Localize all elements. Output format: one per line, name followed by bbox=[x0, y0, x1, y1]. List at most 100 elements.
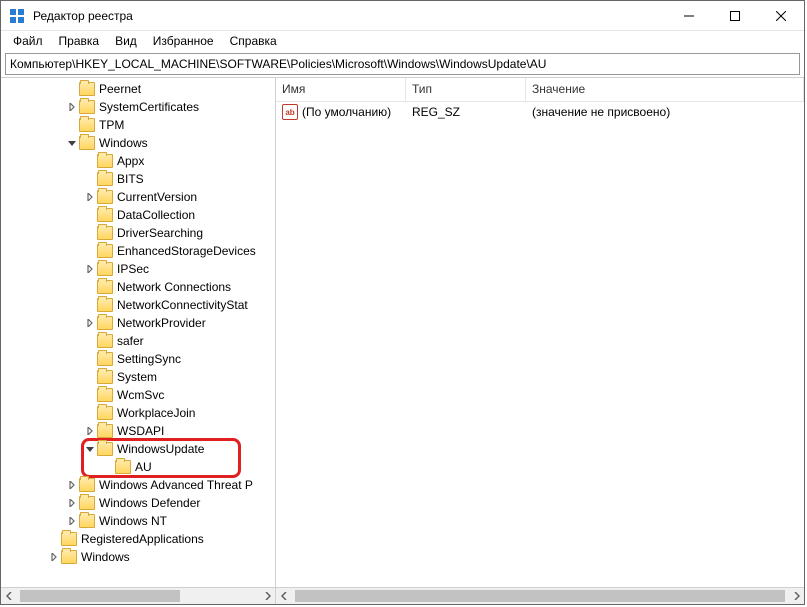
tree-item[interactable]: SettingSync bbox=[1, 350, 275, 368]
folder-icon bbox=[97, 352, 113, 366]
expander-placeholder bbox=[83, 370, 97, 384]
tree-item[interactable]: Appx bbox=[1, 152, 275, 170]
col-type[interactable]: Тип bbox=[406, 78, 526, 101]
tree-item-label: WcmSvc bbox=[117, 388, 164, 402]
chevron-right-icon[interactable] bbox=[83, 262, 97, 276]
tree-item[interactable]: Windows NT bbox=[1, 512, 275, 530]
chevron-right-icon[interactable] bbox=[47, 550, 61, 564]
tree-item[interactable]: Windows Advanced Threat P bbox=[1, 476, 275, 494]
folder-icon bbox=[97, 424, 113, 438]
scroll-thumb[interactable] bbox=[295, 590, 785, 602]
tree-item[interactable]: SystemCertificates bbox=[1, 98, 275, 116]
tree-item[interactable]: NetworkConnectivityStat bbox=[1, 296, 275, 314]
expander-placeholder bbox=[65, 118, 79, 132]
tree-item[interactable]: Windows bbox=[1, 134, 275, 152]
expander-placeholder bbox=[83, 334, 97, 348]
folder-icon bbox=[79, 478, 95, 492]
minimize-button[interactable] bbox=[666, 1, 712, 30]
close-button[interactable] bbox=[758, 1, 804, 30]
tree-item[interactable]: RegisteredApplications bbox=[1, 530, 275, 548]
menu-help[interactable]: Справка bbox=[222, 32, 285, 50]
window: Редактор реестра Файл Правка Вид Избранн… bbox=[0, 0, 805, 605]
chevron-right-icon[interactable] bbox=[65, 514, 79, 528]
chevron-right-icon[interactable] bbox=[83, 316, 97, 330]
list-body[interactable]: ab(По умолчанию)REG_SZ(значение не присв… bbox=[276, 102, 804, 587]
tree-item[interactable]: DataCollection bbox=[1, 206, 275, 224]
tree-item[interactable]: DriverSearching bbox=[1, 224, 275, 242]
tree-item[interactable]: Network Connections bbox=[1, 278, 275, 296]
expander-placeholder bbox=[101, 460, 115, 474]
chevron-right-icon[interactable] bbox=[65, 100, 79, 114]
scroll-left-button[interactable] bbox=[276, 588, 293, 604]
tree-item-label: Appx bbox=[117, 154, 144, 168]
chevron-right-icon[interactable] bbox=[83, 424, 97, 438]
tree-item[interactable]: WcmSvc bbox=[1, 386, 275, 404]
tree-item[interactable]: Windows Defender bbox=[1, 494, 275, 512]
folder-icon bbox=[97, 316, 113, 330]
tree-item[interactable]: IPSec bbox=[1, 260, 275, 278]
chevron-right-icon[interactable] bbox=[83, 190, 97, 204]
list-row[interactable]: ab(По умолчанию)REG_SZ(значение не присв… bbox=[276, 102, 804, 122]
tree-item-label: RegisteredApplications bbox=[81, 532, 204, 546]
folder-icon bbox=[97, 298, 113, 312]
col-name[interactable]: Имя bbox=[276, 78, 406, 101]
tree-item-label: NetworkProvider bbox=[117, 316, 206, 330]
scroll-thumb[interactable] bbox=[20, 590, 180, 602]
menu-edit[interactable]: Правка bbox=[51, 32, 108, 50]
tree-item[interactable]: AU bbox=[1, 458, 275, 476]
scroll-right-button[interactable] bbox=[787, 588, 804, 604]
tree-item[interactable]: WorkplaceJoin bbox=[1, 404, 275, 422]
menu-view[interactable]: Вид bbox=[107, 32, 145, 50]
tree-hscroll[interactable] bbox=[1, 587, 275, 604]
folder-icon bbox=[97, 262, 113, 276]
tree-item[interactable]: System bbox=[1, 368, 275, 386]
tree-item[interactable]: TPM bbox=[1, 116, 275, 134]
tree-item[interactable]: CurrentVersion bbox=[1, 188, 275, 206]
tree-item[interactable]: EnhancedStorageDevices bbox=[1, 242, 275, 260]
tree-item[interactable]: BITS bbox=[1, 170, 275, 188]
tree-item-label: EnhancedStorageDevices bbox=[117, 244, 256, 258]
expander-placeholder bbox=[83, 208, 97, 222]
menu-favorites[interactable]: Избранное bbox=[145, 32, 222, 50]
tree-item[interactable]: WSDAPI bbox=[1, 422, 275, 440]
maximize-button[interactable] bbox=[712, 1, 758, 30]
tree-item-label: AU bbox=[135, 460, 152, 474]
tree-item[interactable]: WindowsUpdate bbox=[1, 440, 275, 458]
tree-item-label: DriverSearching bbox=[117, 226, 203, 240]
chevron-down-icon[interactable] bbox=[83, 442, 97, 456]
chevron-down-icon[interactable] bbox=[65, 136, 79, 150]
col-value[interactable]: Значение bbox=[526, 78, 804, 101]
folder-icon bbox=[97, 154, 113, 168]
list-pane: Имя Тип Значение ab(По умолчанию)REG_SZ(… bbox=[276, 78, 804, 604]
address-text: Компьютер\HKEY_LOCAL_MACHINE\SOFTWARE\Po… bbox=[10, 57, 546, 71]
folder-icon bbox=[79, 496, 95, 510]
scroll-right-button[interactable] bbox=[258, 588, 275, 604]
scroll-track[interactable] bbox=[293, 588, 787, 604]
tree-item[interactable]: Peernet bbox=[1, 80, 275, 98]
tree-item-label: CurrentVersion bbox=[117, 190, 197, 204]
folder-icon bbox=[97, 406, 113, 420]
list-hscroll[interactable] bbox=[276, 587, 804, 604]
scroll-left-button[interactable] bbox=[1, 588, 18, 604]
folder-icon bbox=[97, 172, 113, 186]
expander-placeholder bbox=[83, 172, 97, 186]
scroll-track[interactable] bbox=[18, 588, 258, 604]
app-icon bbox=[9, 8, 25, 24]
tree[interactable]: PeernetSystemCertificatesTPMWindowsAppxB… bbox=[1, 78, 275, 587]
tree-item[interactable]: Windows bbox=[1, 548, 275, 566]
list-header: Имя Тип Значение bbox=[276, 78, 804, 102]
tree-item[interactable]: NetworkProvider bbox=[1, 314, 275, 332]
expander-placeholder bbox=[83, 154, 97, 168]
menu-file[interactable]: Файл bbox=[5, 32, 51, 50]
chevron-right-icon[interactable] bbox=[65, 478, 79, 492]
tree-item-label: WorkplaceJoin bbox=[117, 406, 195, 420]
folder-icon bbox=[79, 136, 95, 150]
chevron-right-icon[interactable] bbox=[65, 496, 79, 510]
tree-item[interactable]: safer bbox=[1, 332, 275, 350]
expander-placeholder bbox=[83, 352, 97, 366]
tree-item-label: Peernet bbox=[99, 82, 141, 96]
folder-icon bbox=[79, 118, 95, 132]
tree-item-label: Windows Advanced Threat P bbox=[99, 478, 253, 492]
titlebar[interactable]: Редактор реестра bbox=[1, 1, 804, 31]
address-bar[interactable]: Компьютер\HKEY_LOCAL_MACHINE\SOFTWARE\Po… bbox=[5, 53, 800, 75]
